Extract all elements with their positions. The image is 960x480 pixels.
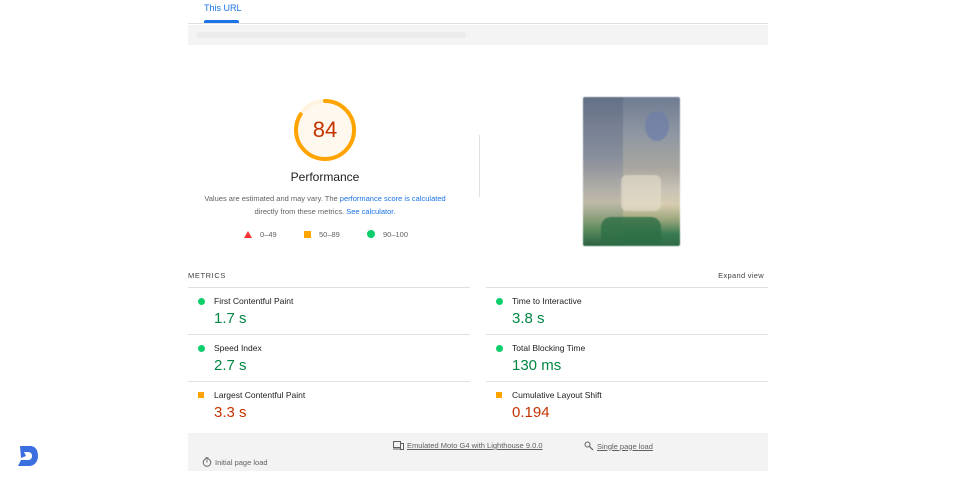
single-page-load-label: Single page load: [597, 441, 653, 451]
metric-value: 3.3 s: [214, 404, 247, 421]
emulated-device-label: Emulated Moto G4 with Lighthouse 9.0.0: [407, 441, 543, 450]
timer-icon: [202, 457, 212, 467]
legend-pass: 90–100: [367, 228, 408, 240]
circle-icon: [367, 230, 375, 238]
tab-this-url[interactable]: This URL: [204, 3, 242, 13]
metric-name: Largest Contentful Paint: [214, 390, 306, 400]
initial-page-load-label: Initial page load: [215, 457, 268, 467]
gauge-title: Performance: [290, 170, 360, 184]
url-placeholder: [196, 32, 466, 38]
expand-view-toggle[interactable]: Expand view: [700, 271, 764, 280]
metric-name: Speed Index: [214, 343, 262, 353]
desc-text-1: Values are estimated and may vary. The: [204, 194, 340, 203]
metric-time-to-interactive: Time to Interactive 3.8 s: [486, 287, 768, 335]
device-icon: [393, 441, 404, 450]
metric-name: Total Blocking Time: [512, 343, 586, 353]
brand-logo: [18, 446, 38, 466]
pass-indicator-icon: [198, 298, 205, 305]
pass-indicator-icon: [496, 298, 503, 305]
divider: [479, 135, 480, 197]
metric-name: Cumulative Layout Shift: [512, 390, 602, 400]
single-page-icon: [584, 441, 594, 451]
initial-page-load-item: Initial page load: [202, 457, 268, 467]
legend-pass-label: 90–100: [383, 229, 409, 239]
metric-value: 0.194: [512, 404, 550, 421]
pass-indicator-icon: [496, 345, 503, 352]
performance-score-link[interactable]: performance score is calculated: [340, 194, 446, 203]
emulated-device-item: Emulated Moto G4 with Lighthouse 9.0.0: [393, 441, 543, 450]
square-icon: [304, 230, 311, 238]
metric-name: First Contentful Paint: [214, 296, 294, 306]
average-indicator-icon: [496, 392, 502, 398]
legend-average: 50–89: [304, 228, 340, 240]
metric-total-blocking-time: Total Blocking Time 130 ms: [486, 334, 768, 382]
metric-speed-index: Speed Index 2.7 s: [188, 334, 470, 382]
runtime-settings-footer: Emulated Moto G4 with Lighthouse 9.0.0 S…: [188, 433, 768, 471]
metric-value: 1.7 s: [214, 310, 247, 327]
gauge-description: Values are estimated and may vary. The p…: [195, 192, 455, 218]
metric-name: Time to Interactive: [512, 296, 582, 306]
metric-largest-contentful-paint: Largest Contentful Paint 3.3 s: [188, 381, 470, 429]
metrics-heading: METRICS: [188, 271, 226, 280]
pass-indicator-icon: [198, 345, 205, 352]
see-calculator-link[interactable]: See calculator.: [346, 207, 395, 216]
single-page-load-item[interactable]: Single page load: [584, 441, 653, 451]
metric-value: 3.8 s: [512, 310, 545, 327]
performance-gauge: 84: [292, 97, 358, 163]
desc-text-2: directly from these metrics.: [254, 207, 347, 216]
url-bar: [188, 25, 768, 45]
legend-fail-label: 0–49: [260, 229, 277, 239]
legend-fail: 0–49: [244, 228, 277, 240]
triangle-icon: [244, 230, 252, 238]
legend-average-label: 50–89: [319, 229, 340, 239]
metric-value: 130 ms: [512, 357, 562, 374]
tab-strip: This URL: [188, 0, 768, 24]
metric-value: 2.7 s: [214, 357, 247, 374]
gauge-score: 84: [312, 117, 338, 142]
active-tab-indicator: [204, 20, 239, 23]
average-indicator-icon: [198, 392, 204, 398]
metric-cumulative-layout-shift: Cumulative Layout Shift 0.194: [486, 381, 768, 429]
metric-first-contentful-paint: First Contentful Paint 1.7 s: [188, 287, 470, 335]
final-screenshot-thumbnail[interactable]: [583, 97, 680, 246]
